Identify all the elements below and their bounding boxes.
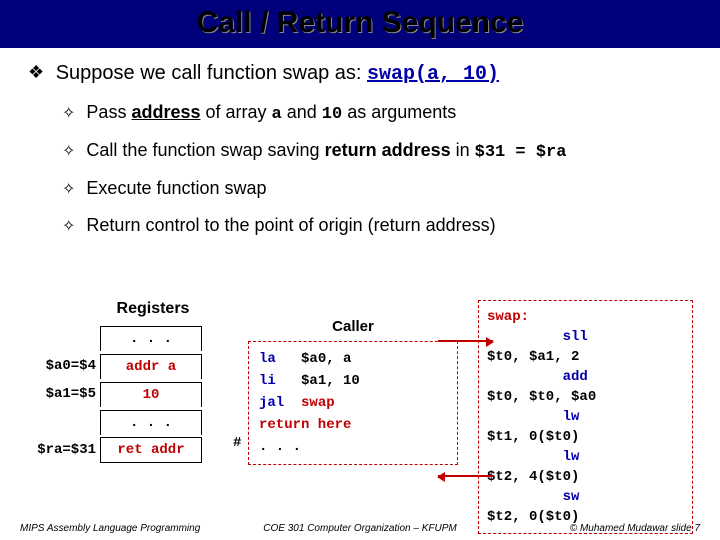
reg-label: $a0=$4	[28, 358, 100, 374]
lbl: swap:	[487, 309, 529, 325]
diamond-bullet-icon: ❖	[28, 62, 44, 82]
t: Pass	[86, 102, 131, 122]
kw: add	[487, 369, 588, 385]
caller-panel: Caller la $a0, a li $a1, 10 jal swap ret…	[248, 318, 458, 465]
callee-code: swap: sll $t0, $a1, 2 add $t0, $t0, $a0 …	[478, 300, 693, 534]
caller-title: Caller	[248, 318, 458, 335]
sub-bullet-icon: ✧	[62, 143, 75, 160]
t: in	[451, 140, 475, 160]
topline-text: Suppose we call function swap as:	[56, 62, 367, 84]
registers-panel: Registers . . . $a0=$4addr a $a1=$510 . …	[28, 300, 218, 464]
kw: li	[259, 373, 301, 389]
t: as arguments	[342, 102, 456, 122]
hash-comment: #	[233, 435, 241, 451]
reg-label: $ra=$31	[28, 442, 100, 458]
t: return address	[325, 140, 451, 160]
footer-left: MIPS Assembly Language Programming	[20, 523, 247, 534]
footer-right: © Muhamed Mudawar slide 7	[473, 523, 700, 534]
op: swap	[301, 395, 335, 411]
kw: la	[259, 351, 301, 367]
sub-bullet-icon: ✧	[62, 218, 75, 235]
sub-item-3: ✧ Execute function swap	[62, 178, 692, 199]
arrow-icon	[438, 340, 493, 342]
arrow-icon	[438, 475, 493, 477]
op: $a0, a	[301, 351, 351, 367]
footer-mid: COE 301 Computer Organization – KFUPM	[247, 523, 474, 534]
reg-label: $a1=$5	[28, 386, 100, 402]
op: $t1, 0($t0)	[487, 429, 579, 445]
op: $t0, $t0, $a0	[487, 389, 596, 405]
t: $31 = $ra	[475, 143, 567, 162]
slide-title: Call / Return Sequence	[0, 6, 720, 40]
kw: lw	[487, 449, 579, 465]
reg-cell: . . .	[100, 326, 202, 351]
t: Execute function swap	[86, 178, 266, 198]
op: $t0, $a1, 2	[487, 349, 579, 365]
sub-bullet-icon: ✧	[62, 181, 75, 198]
sub-item-2: ✧ Call the function swap saving return a…	[62, 140, 692, 162]
t: Return control to the point of origin (r…	[86, 215, 495, 235]
reg-cell: . . .	[100, 410, 202, 435]
kw: sw	[487, 489, 579, 505]
sub-bullet-icon: ✧	[62, 105, 75, 122]
op: return here	[259, 417, 351, 433]
kw: jal	[259, 395, 301, 411]
reg-cell: addr a	[100, 354, 202, 379]
t: 10	[322, 105, 342, 124]
caller-code: la $a0, a li $a1, 10 jal swap return her…	[248, 341, 458, 465]
t: Call the function swap saving	[86, 140, 324, 160]
sub-item-4: ✧ Return control to the point of origin …	[62, 215, 692, 236]
t: and	[282, 102, 322, 122]
sub-item-1: ✧ Pass address of array a and 10 as argu…	[62, 102, 692, 124]
kw: lw	[487, 409, 579, 425]
callee-panel: swap: sll $t0, $a1, 2 add $t0, $t0, $a0 …	[478, 300, 693, 534]
t: of array	[201, 102, 272, 122]
reg-cell: 10	[100, 382, 202, 407]
t: a	[272, 105, 282, 124]
t: address	[131, 102, 200, 122]
topline-call: swap(a, 10)	[367, 63, 499, 86]
op: . . .	[259, 439, 301, 455]
kw: sll	[487, 329, 588, 345]
top-bullet: ❖ Suppose we call function swap as: swap…	[28, 62, 692, 86]
footer: MIPS Assembly Language Programming COE 3…	[0, 523, 720, 534]
reg-cell: ret addr	[100, 437, 202, 463]
op: $t2, 4($t0)	[487, 469, 579, 485]
registers-title: Registers	[88, 300, 218, 318]
op: $a1, 10	[301, 373, 360, 389]
